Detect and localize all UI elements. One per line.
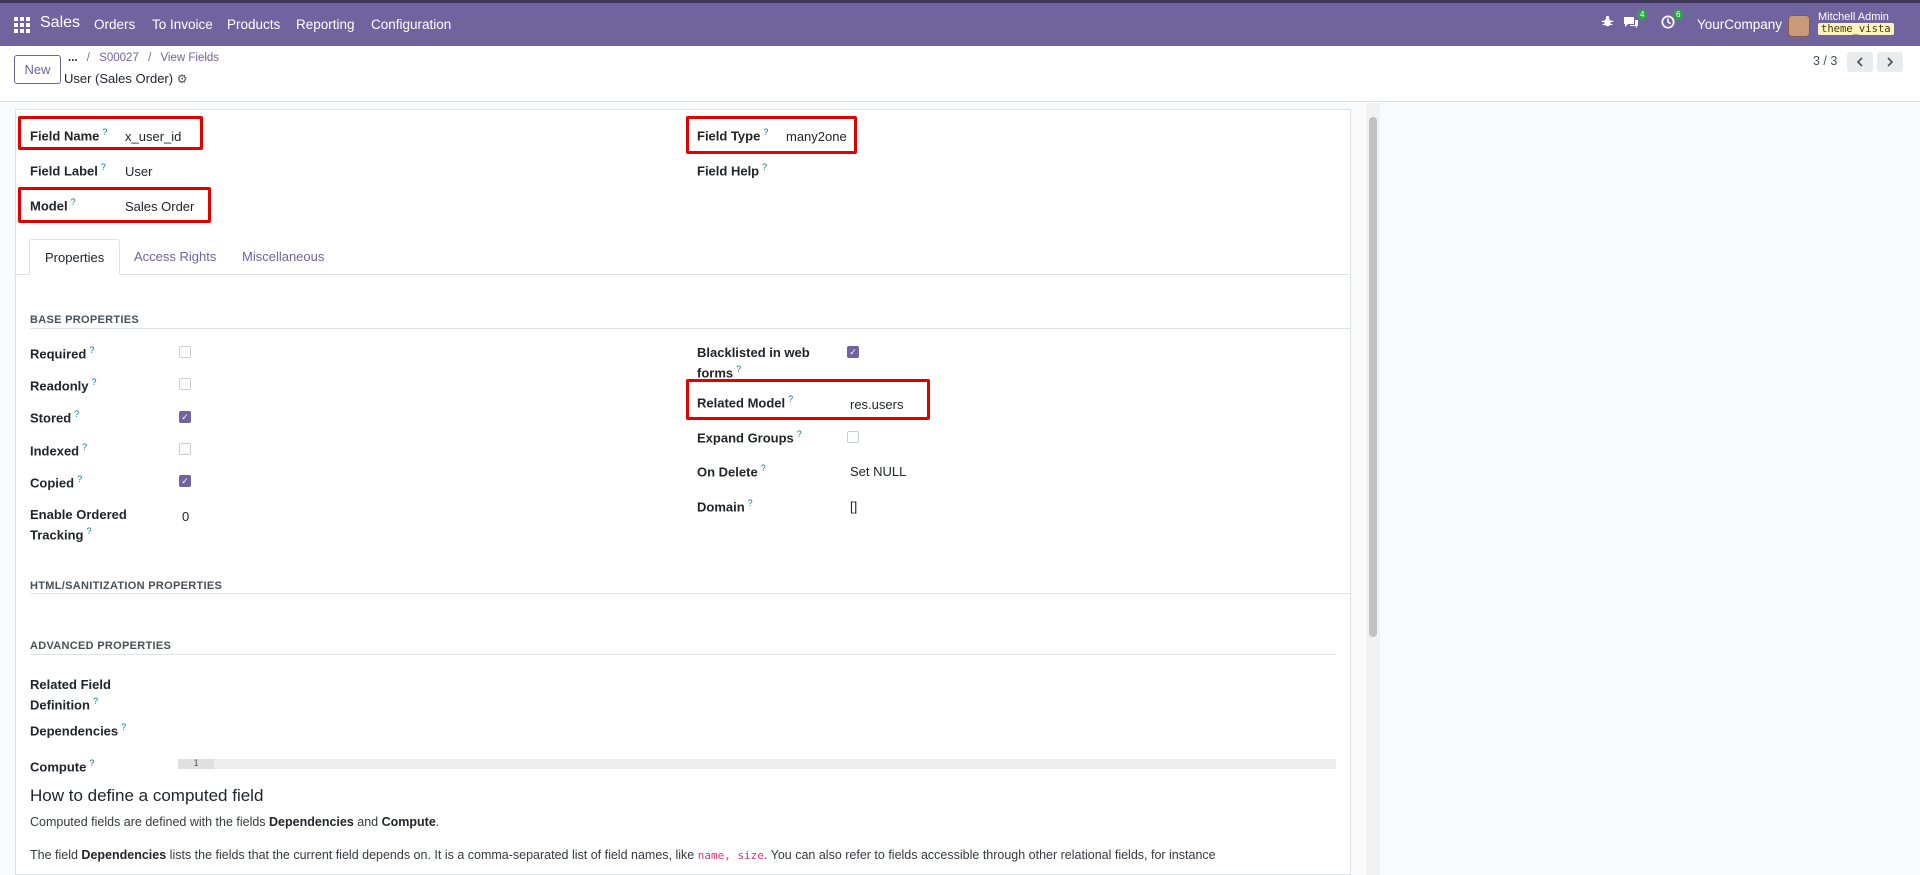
expand-groups-label: Expand Groups? <box>697 429 802 446</box>
model-value[interactable]: Sales Order <box>125 199 194 214</box>
readonly-label: Readonly? <box>30 377 97 394</box>
company-switcher[interactable]: YourCompany <box>1697 17 1782 32</box>
compute-label: Compute? <box>30 758 95 775</box>
field-type-value[interactable]: many2one <box>786 129 847 144</box>
menu-configuration[interactable]: Configuration <box>371 17 451 32</box>
field-label-label: Field Label? <box>30 162 106 179</box>
tab-access-rights[interactable]: Access Rights <box>119 239 231 275</box>
menu-reporting[interactable]: Reporting <box>296 17 355 32</box>
user-name[interactable]: Mitchell Admin <box>1818 11 1889 23</box>
help-heading: How to define a computed field <box>30 786 264 805</box>
tracking-value[interactable]: 0 <box>182 509 189 524</box>
copied-label: Copied? <box>30 474 83 491</box>
related-model-label: Related Model? <box>697 394 794 411</box>
field-type-label: Field Type? <box>697 127 769 144</box>
domain-value[interactable]: [] <box>850 499 857 514</box>
messages-badge: 4 <box>1637 10 1648 20</box>
stored-label: Stored? <box>30 409 80 426</box>
section-divider <box>30 654 1336 655</box>
copied-checkbox[interactable]: ✓ <box>179 475 191 487</box>
field-help-label: Field Help? <box>697 162 768 179</box>
menu-to-invoice[interactable]: To Invoice <box>152 17 213 32</box>
breadcrumb-order[interactable]: S00027 <box>99 52 139 64</box>
app-name[interactable]: Sales <box>40 14 80 32</box>
record-title: User (Sales Order) ⚙ <box>64 71 187 86</box>
code-line-number: 1 <box>178 759 214 769</box>
field-label-value[interactable]: User <box>125 164 152 179</box>
tracking-label: Enable Ordered <box>30 507 127 522</box>
messages-icon[interactable]: 4 <box>1623 10 1648 29</box>
breadcrumb-view-fields[interactable]: View Fields <box>160 52 219 64</box>
required-label: Required? <box>30 345 95 362</box>
on-delete-value[interactable]: Set NULL <box>850 464 906 479</box>
user-avatar[interactable] <box>1788 15 1810 37</box>
tab-miscellaneous[interactable]: Miscellaneous <box>227 239 339 275</box>
notebook-tabs: Properties Access Rights Miscellaneous <box>14 239 1350 275</box>
help-paragraph-2: The field Dependencies lists the fields … <box>30 848 1216 862</box>
bug-icon[interactable] <box>1601 15 1614 28</box>
blacklisted-checkbox[interactable]: ✓ <box>847 346 859 358</box>
menu-products[interactable]: Products <box>227 17 280 32</box>
scrollbar-thumb[interactable] <box>1369 117 1377 637</box>
on-delete-label: On Delete? <box>697 463 766 480</box>
pager-previous-button[interactable] <box>1847 52 1873 72</box>
base-properties-title: BASE PROPERTIES <box>30 314 140 326</box>
domain-label: Domain? <box>697 498 753 515</box>
section-divider <box>30 593 1350 594</box>
tab-properties[interactable]: Properties <box>29 239 121 275</box>
model-label: Model? <box>30 197 76 214</box>
related-field-definition-label: Related Field <box>30 677 111 692</box>
scrollbar[interactable] <box>1366 103 1380 875</box>
control-panel: New ... / S00027 / View Fields User (Sal… <box>0 46 1920 102</box>
record-title-text: User (Sales Order) <box>64 71 174 86</box>
section-divider <box>30 328 1350 329</box>
html-sanitization-title: HTML/SANITIZATION PROPERTIES <box>30 580 223 592</box>
expand-groups-checkbox[interactable] <box>847 431 859 443</box>
field-name-label: Field Name? <box>30 127 108 144</box>
blacklisted-label-2: forms? <box>697 364 742 381</box>
compute-code-editor[interactable] <box>178 759 1336 769</box>
stored-checkbox[interactable]: ✓ <box>179 411 191 423</box>
related-model-value[interactable]: res.users <box>850 397 903 412</box>
top-navbar: Sales Orders To Invoice Products Reporti… <box>0 0 1920 46</box>
pager-next-button[interactable] <box>1877 52 1903 72</box>
help-paragraph-1: Computed fields are defined with the fie… <box>30 815 440 829</box>
activities-badge: 6 <box>1673 10 1684 20</box>
blacklisted-label: Blacklisted in web <box>697 345 810 360</box>
breadcrumb-ellipsis[interactable]: ... <box>68 52 78 64</box>
advanced-properties-title: ADVANCED PROPERTIES <box>30 640 172 652</box>
dependencies-label: Dependencies? <box>30 722 127 739</box>
tracking-label-2: Tracking? <box>30 526 92 543</box>
new-button[interactable]: New <box>14 55 61 84</box>
indexed-checkbox[interactable] <box>179 443 191 455</box>
field-name-value[interactable]: x_user_id <box>125 129 181 144</box>
breadcrumb: ... / S00027 / View Fields <box>68 52 220 64</box>
readonly-checkbox[interactable] <box>179 378 191 390</box>
activities-icon[interactable]: 6 <box>1661 10 1684 29</box>
pager-value[interactable]: 3 / 3 <box>1813 54 1837 68</box>
apps-menu-icon[interactable] <box>14 17 30 33</box>
related-field-definition-label-2: Definition? <box>30 696 98 713</box>
menu-orders[interactable]: Orders <box>94 17 135 32</box>
database-name: theme_vista <box>1818 23 1894 35</box>
required-checkbox[interactable] <box>179 346 191 358</box>
gear-icon[interactable]: ⚙ <box>177 72 188 86</box>
indexed-label: Indexed? <box>30 442 88 459</box>
